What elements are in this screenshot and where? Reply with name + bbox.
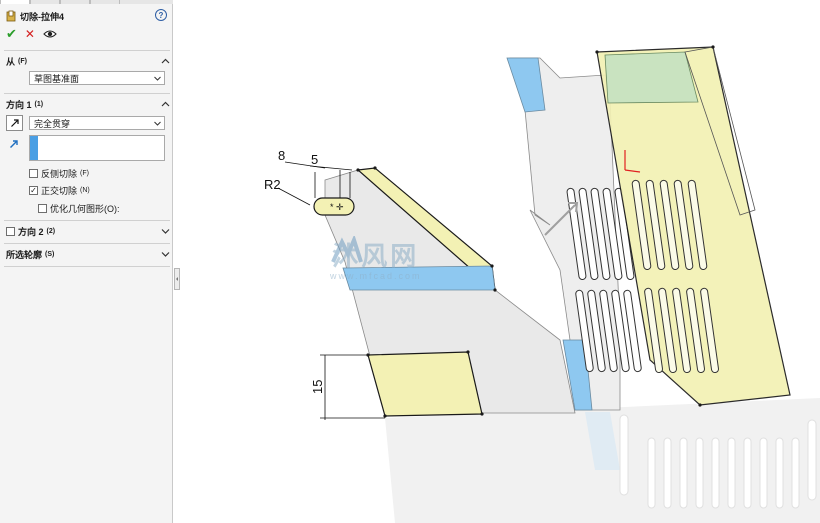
separator — [4, 266, 170, 267]
chevron-up-icon[interactable] — [161, 101, 170, 107]
direction-vector-icon — [9, 139, 21, 151]
section-direction1-header[interactable]: 方向 1 (1) — [6, 98, 170, 110]
block-blue-face-top — [506, 57, 546, 113]
section-direction2-label: 方向 2 — [18, 226, 44, 237]
slot-center-marks: * ✛ — [330, 202, 344, 212]
section-from-shortcut: (F) — [18, 57, 27, 65]
section-from-label: 从 — [6, 56, 16, 67]
separator — [4, 93, 170, 94]
optimize-geometry-label: 优化几何图形(O): — [50, 204, 120, 214]
flip-side-to-cut-option[interactable]: 反侧切除 (F) — [29, 167, 89, 180]
chevron-down-icon — [154, 121, 161, 126]
chevron-up-icon[interactable] — [161, 58, 170, 64]
chevron-down-icon[interactable] — [161, 251, 170, 257]
base-pad-face — [367, 351, 483, 417]
feature-title: 切除-拉伸4 — [6, 9, 64, 23]
cut-extrude-icon — [6, 10, 16, 22]
watermark-url: www.mfcad.com — [330, 271, 422, 281]
tab-configuration-manager[interactable] — [60, 0, 90, 4]
flip-side-to-cut-checkbox[interactable] — [29, 169, 38, 178]
normal-cut-option[interactable]: ✓ 正交切除 (N) — [29, 184, 90, 197]
from-start-condition-value: 草图基准面 — [34, 73, 80, 84]
direction2-checkbox[interactable] — [6, 226, 15, 236]
normal-cut-shortcut: (N) — [80, 187, 90, 194]
optimize-geometry-checkbox[interactable] — [38, 204, 47, 213]
model-view[interactable]: * ✛ 8 5 R2 15 — [180, 0, 820, 523]
section-direction2-header[interactable]: 方向 2 (2) — [6, 225, 170, 237]
graphics-area[interactable]: * ✛ 8 5 R2 15 沐风网 www.mfcad.com — [180, 0, 820, 523]
normal-cut-checkbox[interactable]: ✓ — [29, 186, 38, 195]
green-face — [604, 51, 699, 104]
eye-icon[interactable] — [43, 29, 57, 39]
section-direction1-shortcut: (1) — [34, 100, 44, 108]
tab-dim-xpert[interactable] — [90, 0, 120, 4]
dimension-8[interactable]: 8 — [278, 148, 285, 163]
separator — [4, 220, 170, 221]
feature-title-text: 切除-拉伸4 — [20, 11, 65, 22]
checkmark-icon[interactable]: ✔ — [6, 27, 17, 40]
section-from-header[interactable]: 从 (F) — [6, 55, 170, 67]
property-manager-panel: 切除-拉伸4 ? ✔ ✕ 从 (F) 草图基准面 方向 1 (1) 完全贯穿 反… — [0, 0, 173, 523]
help-icon-glyph: ? — [158, 10, 164, 20]
section-direction2-shortcut: (2) — [46, 227, 56, 235]
section-selected-contours-label: 所选轮廓 — [6, 249, 43, 260]
selection-box-active-indicator — [30, 136, 38, 160]
close-icon[interactable]: ✕ — [25, 28, 35, 40]
chevron-down-icon[interactable] — [161, 228, 170, 234]
section-direction1-label: 方向 1 — [6, 99, 32, 110]
chevron-down-icon — [154, 76, 161, 81]
direction-selection-box[interactable] — [29, 135, 165, 161]
action-buttons: ✔ ✕ — [6, 27, 57, 40]
section-selected-contours-header[interactable]: 所选轮廓 (S) — [6, 248, 170, 260]
from-start-condition-select[interactable]: 草图基准面 — [29, 71, 165, 85]
flip-side-to-cut-label: 反侧切除 — [41, 169, 78, 179]
end-condition-value: 完全贯穿 — [34, 118, 71, 129]
separator — [4, 243, 170, 244]
dimension-5[interactable]: 5 — [311, 152, 318, 167]
separator — [4, 50, 170, 51]
optimize-geometry-option[interactable]: 优化几何图形(O): — [38, 202, 120, 215]
help-icon[interactable]: ? — [155, 9, 167, 21]
normal-cut-label: 正交切除 — [41, 186, 78, 196]
watermark: 沐风网 www.mfcad.com — [330, 236, 422, 281]
flip-side-to-cut-shortcut: (F) — [80, 170, 89, 177]
reverse-direction-button[interactable] — [6, 115, 23, 131]
tab-property-manager[interactable] — [30, 0, 60, 4]
dimension-15[interactable]: 15 — [310, 380, 325, 394]
end-condition-select[interactable]: 完全贯穿 — [29, 116, 165, 130]
panel-tab-strip — [0, 0, 173, 4]
reverse-direction-icon — [10, 119, 19, 127]
tab-feature-manager[interactable] — [0, 0, 30, 4]
section-selected-contours-shortcut: (S) — [45, 250, 55, 258]
dimension-r2[interactable]: R2 — [264, 177, 281, 192]
watermark-logo-icon — [331, 236, 363, 263]
